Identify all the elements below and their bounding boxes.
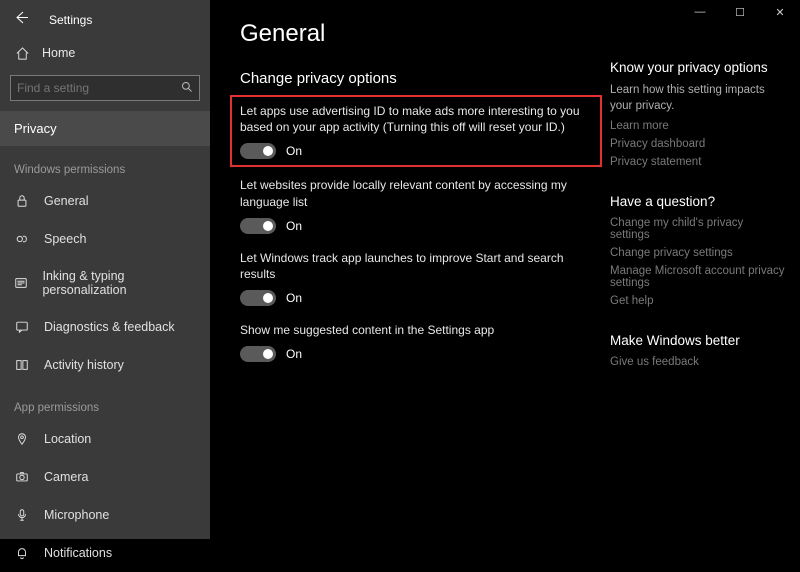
back-button[interactable] bbox=[10, 8, 33, 31]
toggle-language-list[interactable] bbox=[240, 218, 276, 234]
toggle-state: On bbox=[286, 291, 302, 305]
setting-desc: Let Windows track app launches to improv… bbox=[240, 250, 580, 282]
nav-notifications[interactable]: Notifications bbox=[0, 534, 210, 572]
nav-inking[interactable]: Inking & typing personalization bbox=[0, 258, 210, 308]
side-heading-better: Make Windows better bbox=[610, 333, 786, 348]
setting-desc: Let websites provide locally relevant co… bbox=[240, 177, 580, 209]
link-learn-more[interactable]: Learn more bbox=[610, 120, 786, 132]
link-feedback[interactable]: Give us feedback bbox=[610, 356, 786, 368]
nav-label: Activity history bbox=[44, 358, 124, 372]
window-controls: — ☐ ✕ bbox=[680, 0, 800, 24]
nav-label: Inking & typing personalization bbox=[42, 269, 196, 297]
location-icon bbox=[14, 431, 30, 447]
setting-desc: Show me suggested content in the Setting… bbox=[240, 322, 580, 338]
camera-icon bbox=[14, 469, 30, 485]
setting-suggested-content: Show me suggested content in the Setting… bbox=[240, 322, 580, 362]
section-windows-permissions: Windows permissions bbox=[0, 146, 210, 182]
speech-icon bbox=[14, 231, 30, 247]
side-text: Learn how this setting impacts your priv… bbox=[610, 83, 786, 114]
side-heading-question: Have a question? bbox=[610, 194, 786, 209]
search-icon bbox=[181, 81, 193, 96]
toggle-advertising-id[interactable] bbox=[240, 143, 276, 159]
home-label: Home bbox=[42, 46, 75, 60]
link-child-privacy[interactable]: Change my child's privacy settings bbox=[610, 217, 786, 241]
search-input[interactable] bbox=[17, 81, 181, 95]
main-area: — ☐ ✕ General Change privacy options Let… bbox=[210, 0, 800, 539]
nav-diagnostics[interactable]: Diagnostics & feedback bbox=[0, 308, 210, 346]
toggle-suggested-content[interactable] bbox=[240, 346, 276, 362]
nav-camera[interactable]: Camera bbox=[0, 458, 210, 496]
setting-app-launches: Let Windows track app launches to improv… bbox=[240, 250, 580, 306]
nav-label: Notifications bbox=[44, 546, 112, 560]
link-change-privacy[interactable]: Change privacy settings bbox=[610, 247, 786, 259]
setting-language-list: Let websites provide locally relevant co… bbox=[240, 177, 580, 233]
toggle-state: On bbox=[286, 219, 302, 233]
home-nav[interactable]: Home bbox=[0, 33, 210, 73]
lock-icon bbox=[14, 193, 30, 209]
nav-speech[interactable]: Speech bbox=[0, 220, 210, 258]
maximize-button[interactable]: ☐ bbox=[720, 0, 760, 24]
link-ms-account-privacy[interactable]: Manage Microsoft account privacy setting… bbox=[610, 265, 786, 289]
feedback-icon bbox=[14, 319, 30, 335]
section-app-permissions: App permissions bbox=[0, 384, 210, 420]
nav-location[interactable]: Location bbox=[0, 420, 210, 458]
page-title: General bbox=[240, 20, 580, 48]
nav-label: Diagnostics & feedback bbox=[44, 320, 175, 334]
nav-label: General bbox=[44, 194, 88, 208]
window-title: Settings bbox=[49, 13, 92, 27]
nav-label: Location bbox=[44, 432, 91, 446]
toggle-state: On bbox=[286, 347, 302, 361]
nav-general[interactable]: General bbox=[0, 182, 210, 220]
minimize-button[interactable]: — bbox=[680, 0, 720, 24]
nav-activity-history[interactable]: Activity history bbox=[0, 346, 210, 384]
inking-icon bbox=[14, 275, 28, 291]
link-get-help[interactable]: Get help bbox=[610, 295, 786, 307]
setting-advertising-id: Let apps use advertising ID to make ads … bbox=[230, 95, 602, 167]
link-privacy-dashboard[interactable]: Privacy dashboard bbox=[610, 138, 786, 150]
search-box[interactable] bbox=[10, 75, 200, 101]
nav-label: Camera bbox=[44, 470, 88, 484]
setting-desc: Let apps use advertising ID to make ads … bbox=[240, 103, 592, 135]
side-column: Know your privacy options Learn how this… bbox=[610, 0, 800, 539]
nav-label: Speech bbox=[44, 232, 86, 246]
link-privacy-statement[interactable]: Privacy statement bbox=[610, 156, 786, 168]
close-button[interactable]: ✕ bbox=[760, 0, 800, 24]
current-page-label: Privacy bbox=[0, 111, 210, 146]
microphone-icon bbox=[14, 507, 30, 523]
content-column: General Change privacy options Let apps … bbox=[210, 0, 610, 539]
nav-label: Microphone bbox=[44, 508, 109, 522]
bell-icon bbox=[14, 545, 30, 561]
subsection-title: Change privacy options bbox=[240, 70, 580, 87]
sidebar: Settings Home Privacy Windows permission… bbox=[0, 0, 210, 539]
history-icon bbox=[14, 357, 30, 373]
toggle-app-launches[interactable] bbox=[240, 290, 276, 306]
toggle-state: On bbox=[286, 144, 302, 158]
side-heading-know: Know your privacy options bbox=[610, 60, 786, 75]
home-icon bbox=[14, 45, 30, 61]
nav-microphone[interactable]: Microphone bbox=[0, 496, 210, 534]
